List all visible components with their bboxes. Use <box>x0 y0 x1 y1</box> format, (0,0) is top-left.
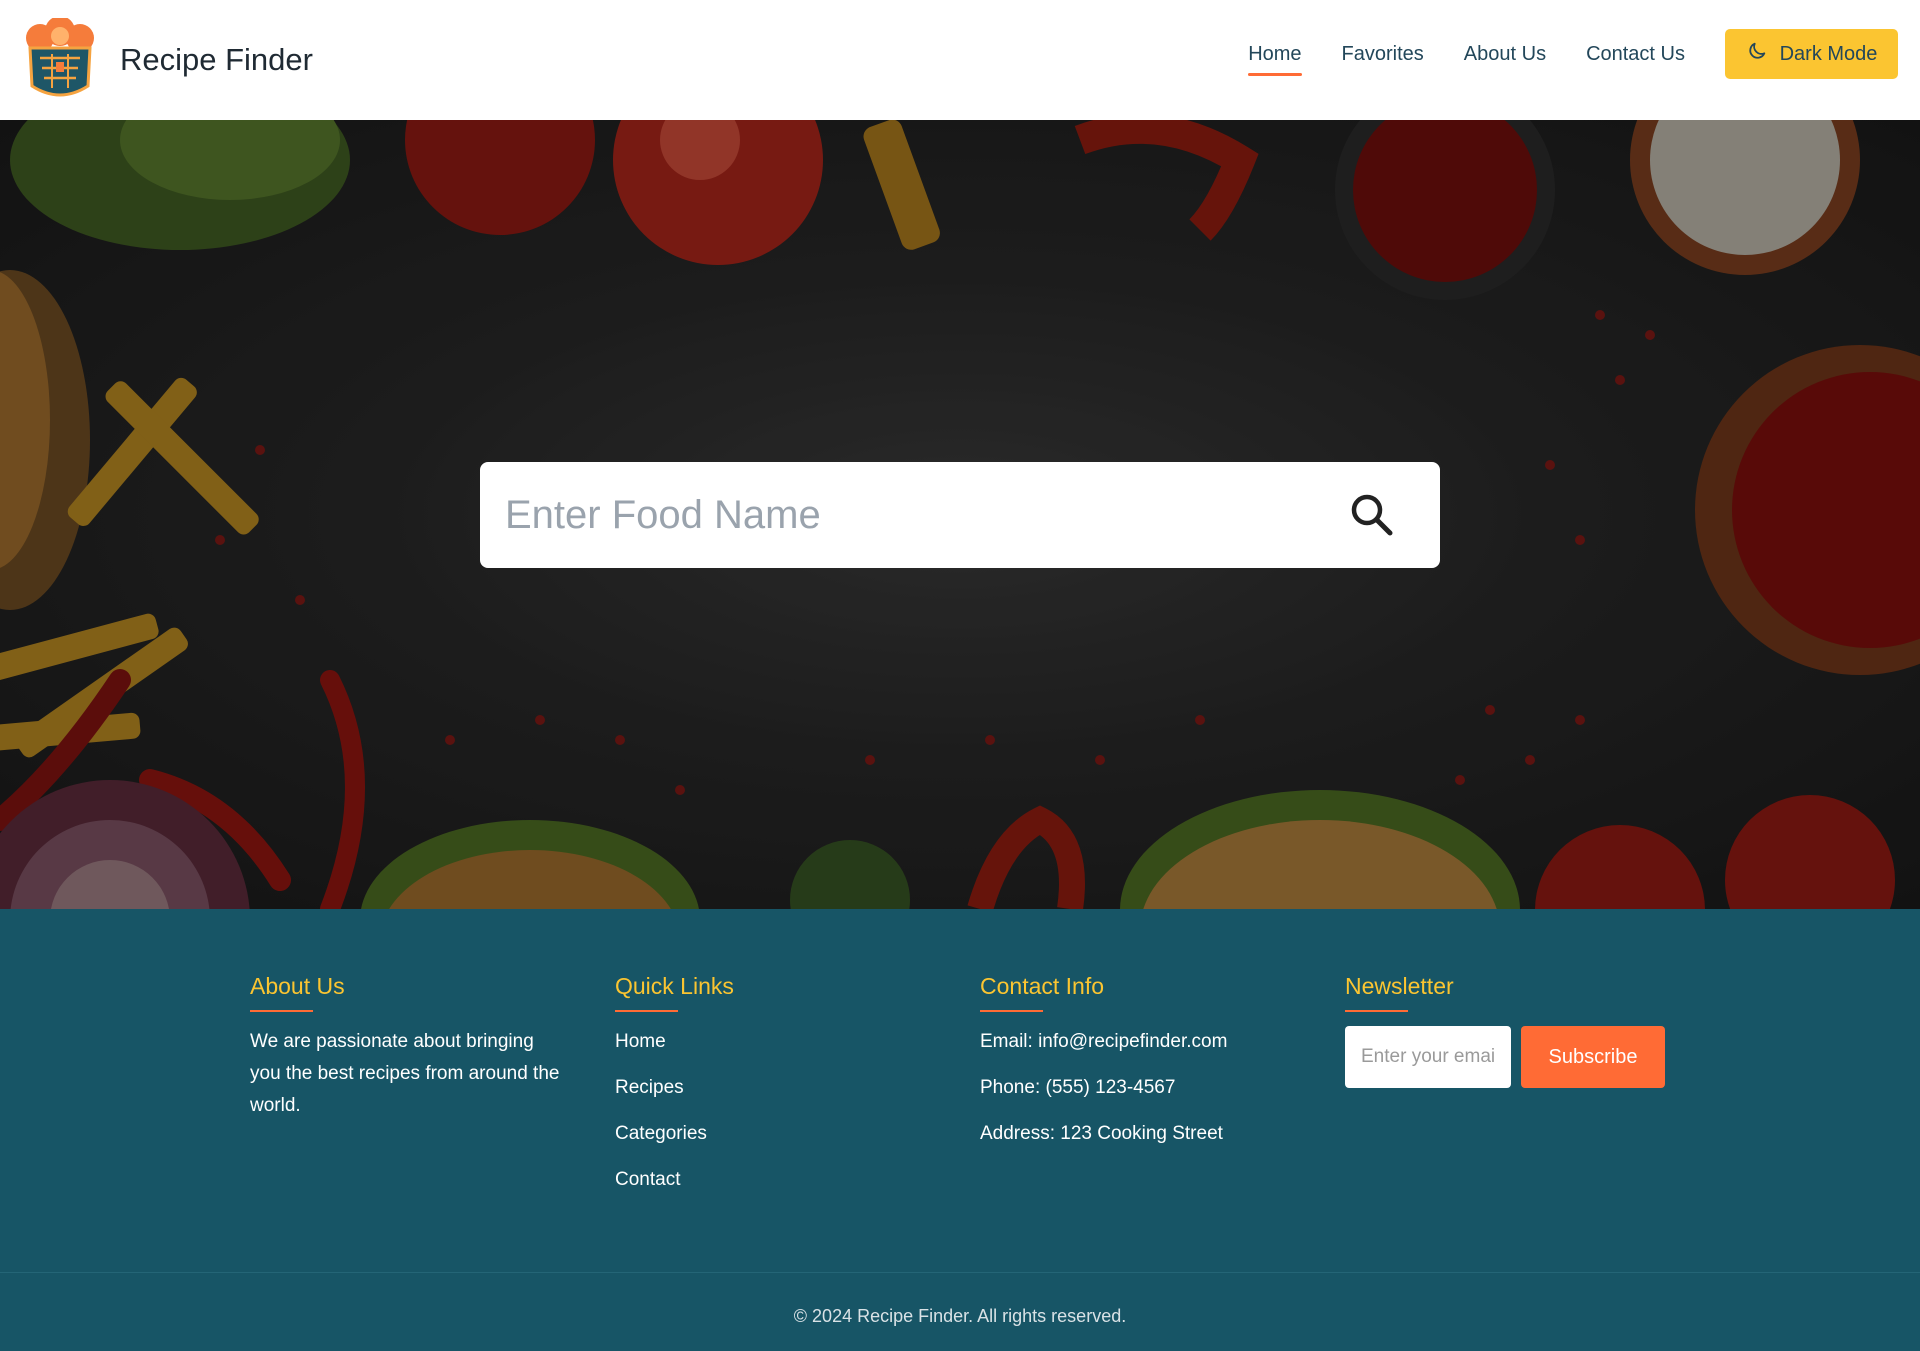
nav-home[interactable]: Home <box>1248 43 1302 76</box>
footer-quick-links-title: Quick Links <box>615 973 935 1012</box>
chef-hat-logo-icon[interactable] <box>22 16 98 102</box>
contact-phone: Phone: (555) 123-4567 <box>980 1077 1176 1098</box>
subscribe-button[interactable]: Subscribe <box>1521 1026 1665 1088</box>
contact-address: Address: 123 Cooking Street <box>980 1123 1223 1144</box>
newsletter-email-input[interactable] <box>1345 1026 1511 1088</box>
nav-favorites[interactable]: Favorites <box>1342 43 1424 72</box>
footer-newsletter: Newsletter Subscribe <box>1345 973 1665 1088</box>
copyright-text: © 2024 Recipe Finder. All rights reserve… <box>793 1306 1127 1326</box>
dark-mode-label: Dark Mode <box>1779 42 1878 65</box>
dark-mode-button[interactable]: Dark Mode <box>1725 29 1898 79</box>
search-icon[interactable] <box>1350 493 1394 542</box>
footer-divider <box>0 1272 1920 1273</box>
footer-quick-links: Quick Links Home Recipes Categories Cont… <box>615 973 935 1196</box>
main-nav: Home Favorites About Us Contact Us Dark … <box>1248 29 1898 79</box>
footer-about-text: We are passionate about bringing you the… <box>250 1031 560 1116</box>
footer-about: About Us We are passionate about bringin… <box>250 973 570 1122</box>
footer-newsletter-title: Newsletter <box>1345 973 1665 1012</box>
footer-contact-title: Contact Info <box>980 973 1300 1012</box>
hero-banner <box>0 120 1920 909</box>
site-header: Recipe Finder Home Favorites About Us Co… <box>0 0 1920 120</box>
nav-contact-us[interactable]: Contact Us <box>1586 43 1685 72</box>
newsletter-form: Subscribe <box>1345 1026 1665 1088</box>
footer-link-contact[interactable]: Contact <box>615 1164 935 1196</box>
footer-about-title: About Us <box>250 973 570 1012</box>
food-search-input[interactable] <box>505 492 1325 538</box>
footer-link-home[interactable]: Home <box>615 1026 935 1058</box>
search-bar <box>480 462 1440 568</box>
brand-name[interactable]: Recipe Finder <box>120 42 313 78</box>
nav-about-us[interactable]: About Us <box>1464 43 1546 72</box>
footer-contact: Contact Info Email: info@recipefinder.co… <box>980 973 1300 1150</box>
footer-link-recipes[interactable]: Recipes <box>615 1072 935 1104</box>
footer-link-categories[interactable]: Categories <box>615 1118 935 1150</box>
contact-email: Email: info@recipefinder.com <box>980 1031 1228 1052</box>
moon-icon <box>1746 40 1780 68</box>
site-footer: About Us We are passionate about bringin… <box>0 909 1920 1351</box>
